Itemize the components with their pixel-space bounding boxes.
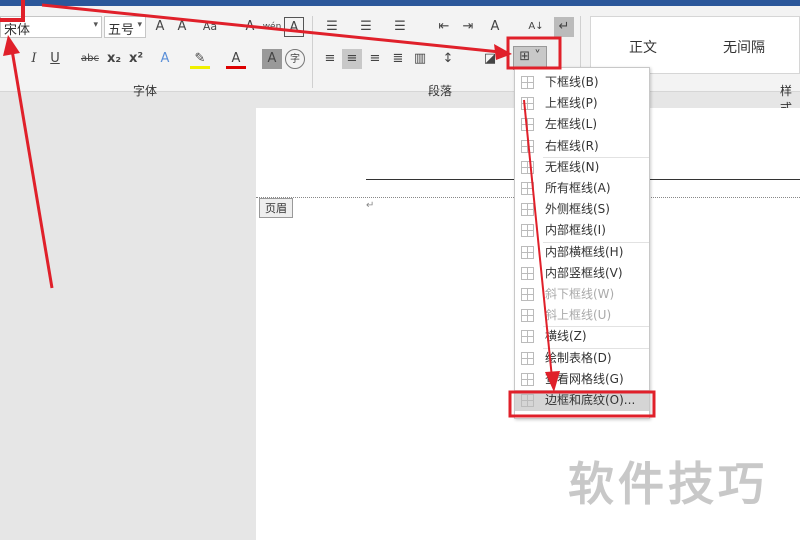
border-icon bbox=[521, 76, 534, 89]
header-label: 页眉 bbox=[259, 198, 293, 218]
menu-item-label: 左框线(L) bbox=[545, 117, 598, 132]
border-icon bbox=[521, 330, 534, 344]
character-shading-icon[interactable]: A bbox=[262, 49, 282, 69]
menu-item-label: 所有框线(A) bbox=[545, 181, 611, 195]
border-icon bbox=[521, 266, 534, 280]
subscript-icon[interactable]: x₂ bbox=[104, 49, 124, 69]
underline-icon[interactable]: U bbox=[45, 49, 65, 69]
font-group-label: 字体 bbox=[133, 84, 158, 98]
menu-item-label: 查看网格线(G) bbox=[545, 371, 624, 386]
justify-icon[interactable]: ≣ bbox=[388, 49, 408, 69]
clear-format-icon[interactable]: A bbox=[240, 17, 260, 37]
align-right-icon[interactable]: ≡ bbox=[365, 49, 385, 69]
enclose-character-icon[interactable]: 字 bbox=[285, 49, 305, 69]
font-name-value: 宋体 bbox=[4, 23, 31, 38]
border-icon bbox=[521, 139, 534, 153]
align-left-icon[interactable]: ≡ bbox=[320, 49, 340, 69]
chevron-down-icon: ▾ bbox=[137, 20, 142, 30]
border-menu-item[interactable]: 左框线(L) bbox=[515, 114, 649, 135]
border-icon bbox=[521, 309, 534, 323]
chevron-down-icon: ▾ bbox=[93, 20, 98, 30]
border-icon bbox=[521, 160, 534, 174]
style-no-spacing[interactable]: 无间隔 bbox=[723, 37, 765, 57]
shading-icon[interactable]: ◪ bbox=[480, 49, 500, 69]
style-normal[interactable]: 正文 bbox=[629, 37, 657, 57]
italic-icon[interactable]: I bbox=[24, 49, 44, 69]
highlight-icon[interactable]: ✎ bbox=[190, 49, 210, 69]
menu-item-label: 斜上框线(U) bbox=[545, 308, 612, 323]
border-icon bbox=[521, 372, 534, 386]
menu-item-label: 上框线(P) bbox=[545, 96, 598, 111]
border-menu-item: 斜上框线(U) bbox=[515, 305, 649, 326]
asian-layout-icon[interactable]: A bbox=[485, 17, 505, 37]
border-icon bbox=[521, 288, 534, 301]
menu-item-label: 绘制表格(D) bbox=[545, 350, 612, 365]
strikethrough-icon[interactable]: abc bbox=[80, 49, 100, 69]
border-menu-item[interactable]: 内部横框线(H) bbox=[515, 242, 649, 263]
paragraph-mark: ↵ bbox=[366, 200, 375, 211]
multilevel-list-icon[interactable]: ☰ bbox=[390, 17, 410, 37]
border-icon bbox=[521, 224, 534, 238]
text-effects-icon[interactable]: A bbox=[155, 49, 175, 69]
superscript-icon[interactable]: x² bbox=[126, 49, 146, 69]
border-menu-item: 斜下框线(W) bbox=[515, 284, 649, 305]
distributed-icon[interactable]: ▥ bbox=[410, 49, 430, 69]
grow-font-icon[interactable]: A bbox=[150, 17, 170, 37]
decrease-indent-icon[interactable]: ⇤ bbox=[434, 17, 454, 37]
menu-item-label: 右框线(R) bbox=[545, 138, 599, 153]
borders-dropdown-menu: 下框线(B) 上框线(P) 左框线(L) 右框线(R) 无框线(N) 所有框线(A) 外侧框… bbox=[514, 67, 650, 419]
align-center-icon[interactable]: ≡ bbox=[342, 49, 362, 69]
border-menu-item[interactable]: 绘制表格(D) bbox=[515, 348, 649, 369]
character-border-icon[interactable]: A bbox=[284, 17, 304, 37]
menu-item-label: 斜下框线(W) bbox=[545, 287, 615, 301]
bullets-icon[interactable]: ☰ bbox=[322, 17, 342, 37]
border-icon bbox=[521, 351, 534, 365]
border-menu-item[interactable]: 横线(Z) bbox=[515, 326, 649, 347]
change-case-icon[interactable]: Aa bbox=[200, 17, 220, 37]
border-menu-item[interactable]: 上框线(P) bbox=[515, 93, 649, 114]
font-size-select[interactable]: 五号 ▾ bbox=[104, 16, 146, 38]
border-icon bbox=[521, 118, 534, 132]
border-menu-item[interactable]: 下框线(B) bbox=[515, 72, 649, 93]
font-name-select[interactable]: 宋体 ▾ bbox=[0, 16, 102, 38]
font-size-value: 五号 bbox=[108, 23, 135, 38]
border-menu-item[interactable]: 边框和底纹(O)... bbox=[515, 390, 649, 411]
border-menu-item[interactable]: 右框线(R) bbox=[515, 136, 649, 157]
border-menu-item[interactable]: 外侧框线(S) bbox=[515, 199, 649, 220]
border-icon bbox=[521, 394, 534, 407]
border-icon bbox=[521, 245, 534, 259]
show-marks-icon[interactable]: ↵ bbox=[554, 17, 574, 37]
menu-item-label: 外侧框线(S) bbox=[545, 202, 610, 217]
border-menu-item[interactable]: 内部框线(I) bbox=[515, 220, 649, 241]
border-menu-item[interactable]: 内部竖框线(V) bbox=[515, 263, 649, 284]
phonetic-guide-icon[interactable]: wén bbox=[262, 17, 282, 37]
numbering-icon[interactable]: ☰ bbox=[356, 17, 376, 37]
divider bbox=[312, 16, 313, 88]
border-menu-item[interactable]: 所有框线(A) bbox=[515, 178, 649, 199]
shrink-font-icon[interactable]: A bbox=[172, 17, 192, 37]
line-spacing-icon[interactable]: ↕ bbox=[438, 49, 458, 69]
sort-icon[interactable]: A↓ bbox=[526, 17, 546, 37]
ribbon: 宋体 ▾ 五号 ▾ A A Aa A wén A I U abc x₂ x² A ✎… bbox=[0, 6, 800, 115]
menu-item-label: 横线(Z) bbox=[545, 329, 587, 344]
watermark: 软件技巧 bbox=[568, 457, 768, 511]
font-color-icon[interactable]: A bbox=[226, 49, 246, 69]
styles-gallery: 正文 无间隔 bbox=[590, 16, 800, 74]
border-menu-item[interactable]: 查看网格线(G) bbox=[515, 369, 649, 390]
border-icon bbox=[521, 203, 534, 217]
menu-item-label: 无框线(N) bbox=[545, 159, 600, 174]
menu-item-label: 下框线(B) bbox=[545, 75, 599, 89]
menu-item-label: 边框和底纹(O)... bbox=[545, 393, 636, 407]
border-icon bbox=[521, 97, 534, 111]
paragraph-group-label: 段落 bbox=[428, 84, 453, 98]
border-menu-item[interactable]: 无框线(N) bbox=[515, 157, 649, 178]
menu-item-label: 内部竖框线(V) bbox=[545, 265, 623, 280]
increase-indent-icon[interactable]: ⇥ bbox=[458, 17, 478, 37]
menu-item-label: 内部框线(I) bbox=[545, 223, 606, 238]
border-icon bbox=[521, 182, 534, 195]
menu-item-label: 内部横框线(H) bbox=[545, 244, 624, 259]
